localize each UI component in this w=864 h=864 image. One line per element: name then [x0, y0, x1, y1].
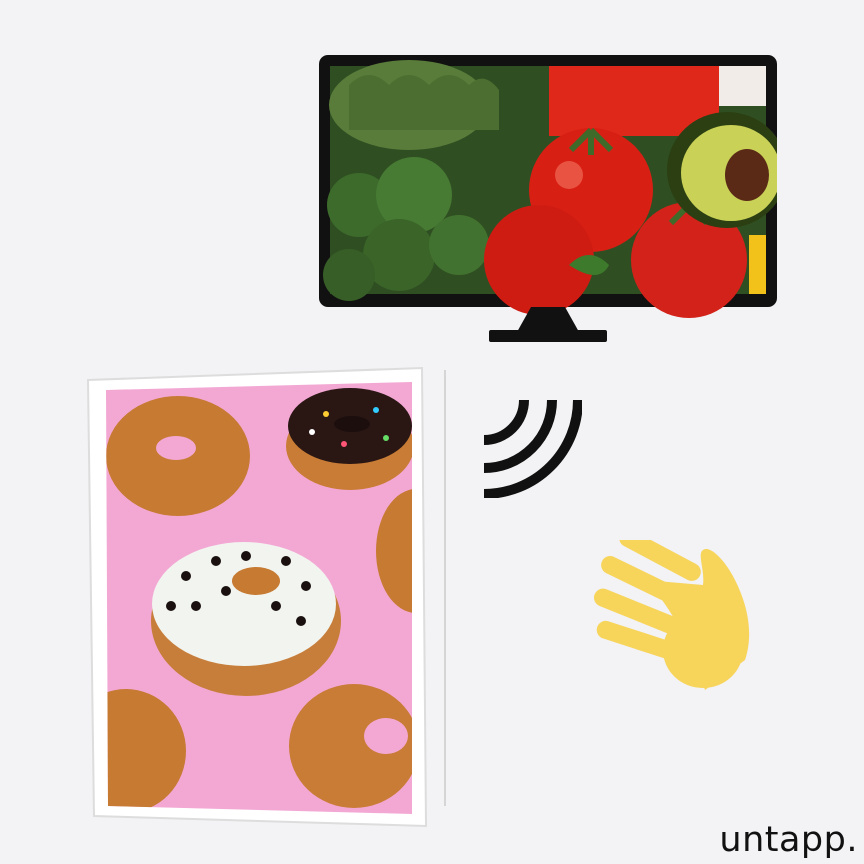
tablet-frame — [86, 366, 446, 828]
waving-hand-icon — [593, 540, 750, 690]
donuts-photo — [106, 382, 412, 814]
brand-wordmark: untapp. — [719, 820, 858, 860]
vegetables-photo — [323, 60, 777, 318]
tv-monitor-icon — [319, 55, 777, 342]
wireless-signal-icon — [483, 399, 582, 498]
